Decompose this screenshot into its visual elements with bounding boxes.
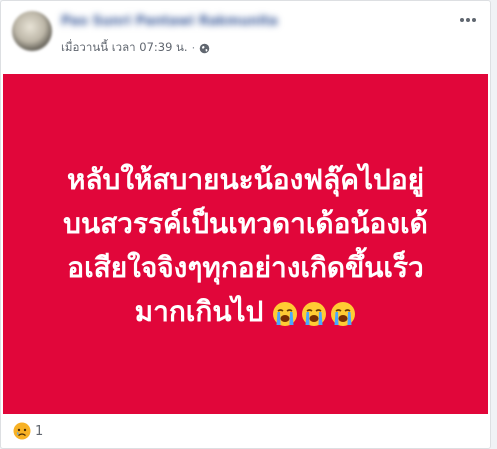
post-content: หลับให้สบายนะน้องฟลุ๊คไปอยู่ บนสวรรค์เป็…	[3, 74, 488, 414]
reactions-summary[interactable]: 1	[13, 422, 43, 440]
author-name[interactable]: Pao Sunri Pantawi Rakmunita	[61, 14, 278, 29]
post-card: Pao Sunri Pantawi Rakmunita เมื่อวานนี้ …	[0, 0, 491, 449]
post-header: Pao Sunri Pantawi Rakmunita เมื่อวานนี้ …	[1, 1, 490, 73]
emoji-group	[269, 291, 356, 335]
more-options-button[interactable]	[456, 11, 480, 29]
post-text-last-line: มากเกินไป	[26, 290, 466, 335]
loudly-crying-face-icon	[331, 301, 356, 326]
post-timestamp[interactable]: เมื่อวานนี้ เวลา 07:39 น.	[61, 39, 188, 57]
meta-separator: ·	[191, 41, 196, 55]
sad-reaction-icon	[13, 422, 31, 440]
loudly-crying-face-icon	[273, 301, 298, 326]
post-text-line: อเสียใจจิงๆทุกอย่างเกิดขึ้นเร็ว	[67, 250, 424, 284]
post-text: หลับให้สบายนะน้องฟลุ๊คไปอยู่ บนสวรรค์เป็…	[26, 158, 466, 335]
more-horizontal-icon	[460, 18, 476, 22]
post-text-line: หลับให้สบายนะน้องฟลุ๊คไปอยู่	[66, 162, 425, 196]
reaction-count: 1	[35, 423, 44, 439]
post-text-line: บนสวรรค์เป็นเทวดาเด้อน้องเด้	[63, 206, 428, 240]
loudly-crying-face-icon	[302, 301, 327, 326]
post-footer: 1	[1, 414, 490, 448]
author-avatar[interactable]	[12, 11, 52, 51]
post-meta: เมื่อวานนี้ เวลา 07:39 น. ·	[61, 39, 210, 57]
post-text-line: มากเกินไป	[134, 294, 264, 328]
globe-icon[interactable]	[199, 43, 210, 54]
